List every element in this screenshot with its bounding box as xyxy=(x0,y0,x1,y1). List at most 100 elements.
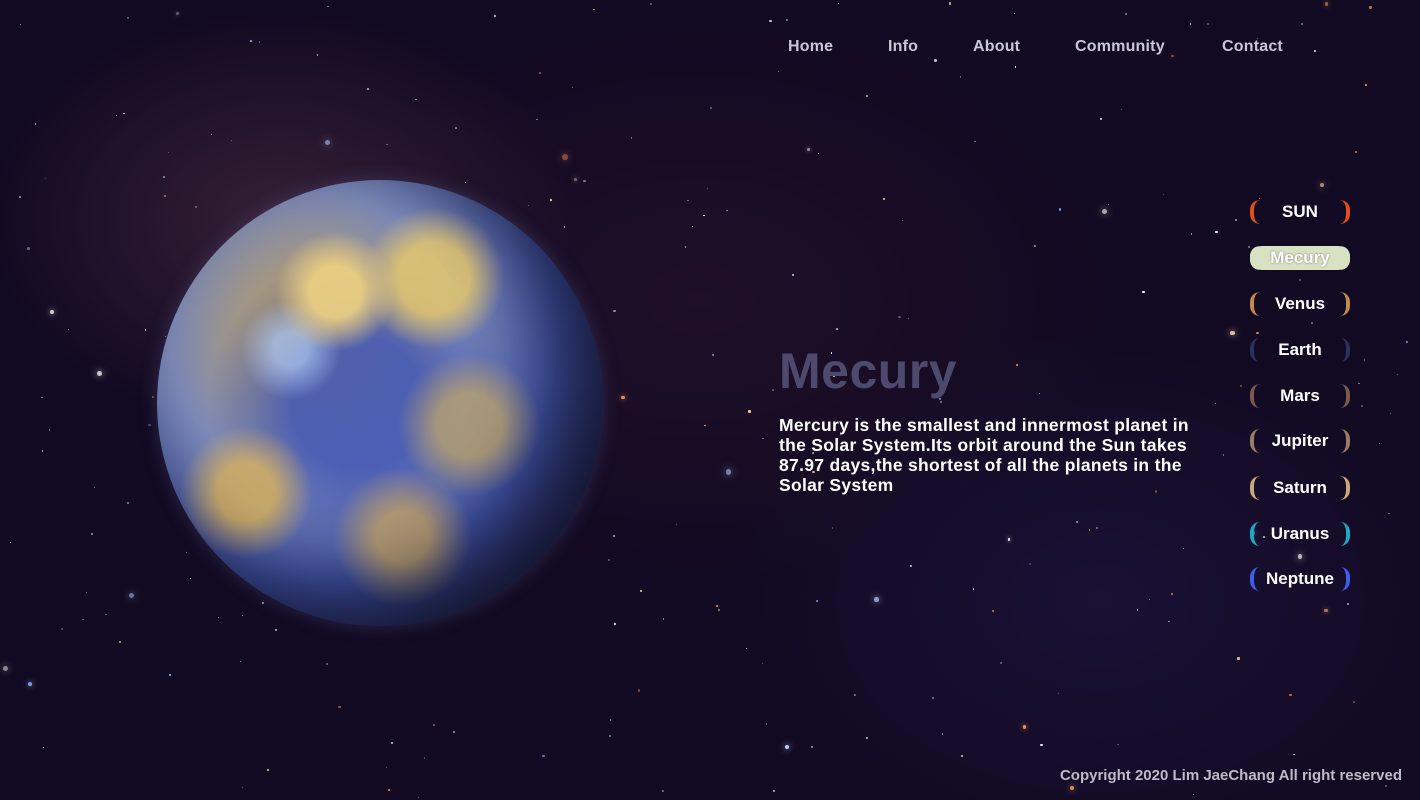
star-dot xyxy=(27,247,30,250)
planet-button-uranus[interactable]: Uranus xyxy=(1250,522,1350,546)
nav-contact-link[interactable]: Contact xyxy=(1222,38,1283,56)
planet-button-mars[interactable]: Mars xyxy=(1250,384,1350,408)
nav-about-link[interactable]: About xyxy=(973,38,1020,56)
star-dot xyxy=(1193,793,1195,795)
star-dot xyxy=(261,602,265,605)
star-dot xyxy=(123,112,126,115)
star-dot xyxy=(608,559,611,562)
star-dot xyxy=(835,327,839,331)
star-dot xyxy=(853,693,856,696)
star-dot xyxy=(691,225,693,228)
star-dot xyxy=(241,786,244,788)
star-dot xyxy=(772,389,774,392)
star-dot xyxy=(874,597,879,602)
star-dot xyxy=(806,147,810,151)
planet-button-label: Jupiter xyxy=(1271,431,1329,450)
star-dot xyxy=(907,317,910,320)
star-dot xyxy=(1239,385,1242,388)
star-dot xyxy=(1034,244,1036,247)
star-dot xyxy=(93,486,96,489)
star-dot xyxy=(613,622,616,625)
star-dot xyxy=(1256,331,1259,335)
star-dot xyxy=(91,533,93,535)
star-dot xyxy=(1324,1,1329,6)
star-dot xyxy=(42,747,44,749)
star-dot xyxy=(85,591,87,593)
planet-button-label: Uranus xyxy=(1270,524,1330,543)
planet-button-mecury[interactable]: Mecury xyxy=(1250,246,1350,270)
star-dot xyxy=(562,154,568,160)
nav-home-link[interactable]: Home xyxy=(788,38,833,56)
star-dot xyxy=(1364,83,1367,86)
star-dot xyxy=(675,523,678,525)
star-dot xyxy=(882,197,886,201)
star-dot xyxy=(583,179,586,182)
star-dot xyxy=(169,674,171,676)
bracket-left-icon xyxy=(1250,476,1260,500)
star-dot xyxy=(144,329,147,331)
star-dot xyxy=(324,139,330,146)
planet-button-earth[interactable]: Earth xyxy=(1250,338,1350,362)
star-dot xyxy=(1000,661,1003,664)
star-dot xyxy=(1015,363,1019,367)
star-dot xyxy=(1101,209,1107,215)
planet-button-neptune[interactable]: Neptune xyxy=(1250,567,1350,591)
nav-community-link[interactable]: Community xyxy=(1075,38,1165,56)
nav-info-link[interactable]: Info xyxy=(888,38,918,56)
star-dot xyxy=(453,730,456,733)
star-dot xyxy=(390,742,393,745)
planet-button-sun[interactable]: SUN xyxy=(1250,200,1350,224)
planet-button-venus[interactable]: Venus xyxy=(1250,292,1350,316)
star-dot xyxy=(1379,442,1381,444)
star-dot xyxy=(974,141,976,143)
planet-button-label: Mars xyxy=(1280,386,1320,405)
star-dot xyxy=(316,54,319,56)
star-dot xyxy=(1124,12,1127,15)
star-dot xyxy=(1038,392,1040,395)
star-dot xyxy=(230,140,232,142)
star-dot xyxy=(761,437,764,440)
star-dot xyxy=(19,23,22,26)
star-dot xyxy=(650,2,652,5)
star-dot xyxy=(609,734,611,737)
star-dot xyxy=(1167,620,1170,623)
star-dot xyxy=(49,310,54,315)
star-dot xyxy=(1214,403,1216,405)
star-dot xyxy=(536,118,538,121)
star-dot xyxy=(748,410,751,413)
star-dot xyxy=(1189,23,1191,25)
star-dot xyxy=(1069,785,1075,791)
bracket-left-icon xyxy=(1250,200,1260,224)
bracket-right-icon xyxy=(1340,476,1350,500)
star-dot xyxy=(82,619,84,621)
planet-button-jupiter[interactable]: Jupiter xyxy=(1250,429,1350,453)
bracket-right-icon xyxy=(1340,246,1350,270)
bracket-right-icon xyxy=(1340,338,1350,362)
star-dot xyxy=(726,209,728,211)
star-dot xyxy=(127,16,130,19)
star-dot xyxy=(902,219,904,222)
star-dot xyxy=(1405,340,1408,343)
star-dot xyxy=(118,641,122,644)
star-dot xyxy=(385,766,387,768)
star-dot xyxy=(249,39,252,42)
planet-button-saturn[interactable]: Saturn xyxy=(1250,476,1350,500)
star-dot xyxy=(1363,358,1366,361)
star-dot xyxy=(163,194,166,197)
star-dot xyxy=(34,123,36,125)
star-dot xyxy=(1040,743,1043,746)
bracket-left-icon xyxy=(1250,429,1260,453)
bracket-right-icon xyxy=(1340,292,1350,316)
star-dot xyxy=(1215,231,1218,234)
star-dot xyxy=(1121,109,1123,111)
star-dot xyxy=(816,599,818,602)
star-dot xyxy=(831,527,833,529)
star-dot xyxy=(41,449,44,452)
star-dot xyxy=(1311,322,1314,325)
bracket-right-icon xyxy=(1340,200,1350,224)
star-dot xyxy=(493,14,496,17)
star-dot xyxy=(1300,23,1303,25)
star-dot xyxy=(838,2,840,5)
star-dot xyxy=(1388,513,1390,515)
star-dot xyxy=(61,628,64,631)
